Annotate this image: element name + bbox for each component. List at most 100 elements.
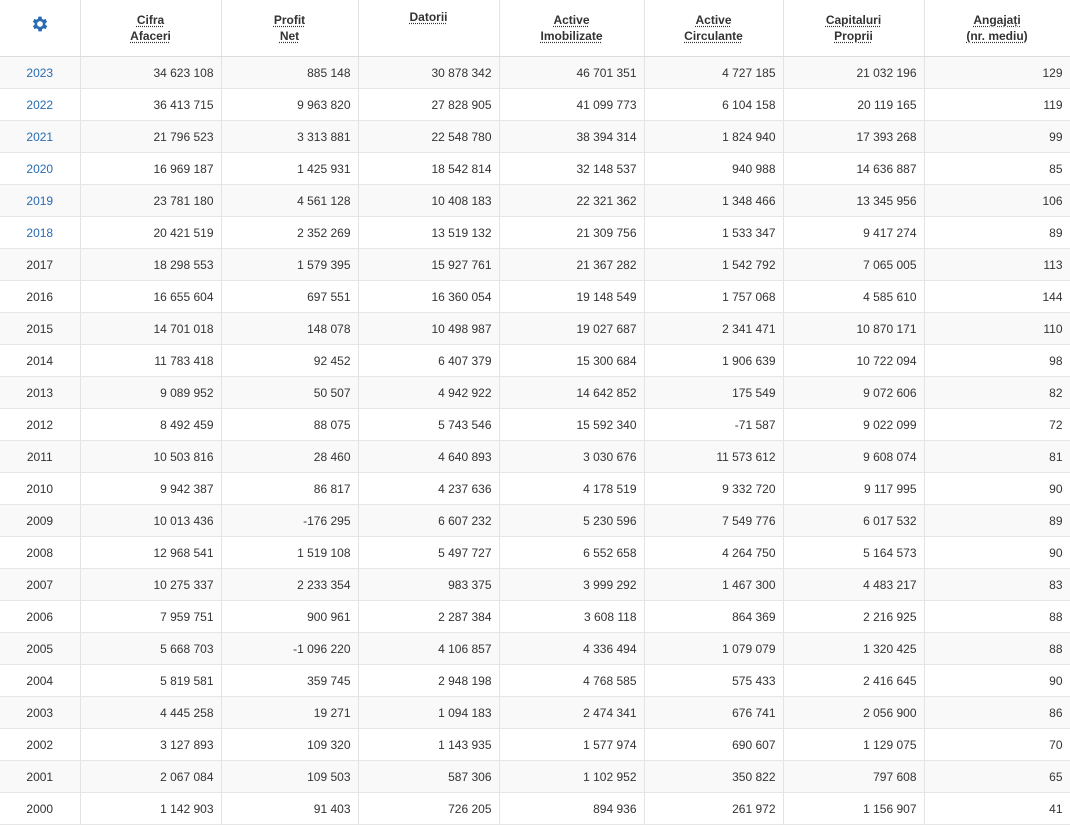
year-label: 2013 bbox=[26, 385, 54, 400]
year-cell: 2010 bbox=[0, 472, 81, 505]
header-active-circulante[interactable]: Active Circulante bbox=[644, 0, 784, 57]
cell-capitaluri-proprii: 9 608 074 bbox=[783, 440, 925, 473]
year-cell: 2018 bbox=[0, 216, 81, 249]
header-active-imobilizate[interactable]: Active Imobilizate bbox=[499, 0, 645, 57]
table-row: 2005 5 668 703 -1 096 220 4 106 857 4 336 49… bbox=[0, 632, 1070, 665]
cell-cifra-afaceri: 10 503 816 bbox=[80, 440, 222, 473]
cell-capitaluri-proprii: 4 483 217 bbox=[783, 568, 925, 601]
year-link[interactable]: 2018 bbox=[26, 226, 53, 240]
cell-capitaluri-proprii: 1 156 907 bbox=[783, 792, 925, 825]
cell-cifra-afaceri: 11 783 418 bbox=[80, 344, 222, 377]
cell-angajati: 85 bbox=[924, 152, 1070, 185]
year-cell: 2014 bbox=[0, 344, 81, 377]
header-angajati[interactable]: Angajați (nr. mediu) bbox=[924, 0, 1070, 57]
cell-cifra-afaceri: 18 298 553 bbox=[80, 248, 222, 281]
cell-cifra-afaceri: 36 413 715 bbox=[80, 88, 222, 121]
year-cell: 2004 bbox=[0, 664, 81, 697]
cell-active-circulante: 2 341 471 bbox=[644, 312, 784, 345]
year-label: 2007 bbox=[26, 577, 54, 592]
table-row: 2001 2 067 084 109 503 587 306 1 102 952 350 … bbox=[0, 760, 1070, 793]
cell-active-imobilizate: 4 768 585 bbox=[499, 664, 645, 697]
cell-active-imobilizate: 4 336 494 bbox=[499, 632, 645, 665]
cell-capitaluri-proprii: 20 119 165 bbox=[783, 88, 925, 121]
cell-profit-net: 148 078 bbox=[221, 312, 359, 345]
cell-profit-net: 50 507 bbox=[221, 376, 359, 409]
year-link[interactable]: 2023 bbox=[26, 66, 53, 80]
table-row: 2018 20 421 519 2 352 269 13 519 132 21 309 … bbox=[0, 216, 1070, 249]
cell-active-imobilizate: 14 642 852 bbox=[499, 376, 645, 409]
cell-cifra-afaceri: 5 668 703 bbox=[80, 632, 222, 665]
cell-active-imobilizate: 15 300 684 bbox=[499, 344, 645, 377]
cell-angajati: 106 bbox=[924, 184, 1070, 217]
table-row: 2023 34 623 108 885 148 30 878 342 46 701 35… bbox=[0, 56, 1070, 89]
cell-cifra-afaceri: 20 421 519 bbox=[80, 216, 222, 249]
year-cell: 2017 bbox=[0, 248, 81, 281]
year-cell: 2005 bbox=[0, 632, 81, 665]
year-cell: 2001 bbox=[0, 760, 81, 793]
header-datorii[interactable]: Datorii bbox=[358, 0, 500, 57]
year-cell: 2020 bbox=[0, 152, 81, 185]
year-link[interactable]: 2022 bbox=[26, 98, 53, 112]
header-cifra-afaceri[interactable]: Cifra Afaceri bbox=[80, 0, 222, 57]
cell-cifra-afaceri: 12 968 541 bbox=[80, 536, 222, 569]
cell-active-circulante: 1 533 347 bbox=[644, 216, 784, 249]
cell-cifra-afaceri: 7 959 751 bbox=[80, 600, 222, 633]
table-row: 2012 8 492 459 88 075 5 743 546 15 592 340 -7… bbox=[0, 408, 1070, 441]
table-row: 2010 9 942 387 86 817 4 237 636 4 178 519 9 3… bbox=[0, 472, 1070, 505]
cell-active-imobilizate: 19 027 687 bbox=[499, 312, 645, 345]
header-profit-net[interactable]: Profit Net bbox=[221, 0, 359, 57]
cell-active-imobilizate: 38 394 314 bbox=[499, 120, 645, 153]
cell-capitaluri-proprii: 9 022 099 bbox=[783, 408, 925, 441]
year-cell: 2003 bbox=[0, 696, 81, 729]
header-capitaluri-proprii[interactable]: Capitaluri Proprii bbox=[783, 0, 925, 57]
cell-active-imobilizate: 21 309 756 bbox=[499, 216, 645, 249]
year-label: 2005 bbox=[26, 641, 54, 656]
cell-datorii: 6 407 379 bbox=[358, 344, 500, 377]
year-label: 2012 bbox=[26, 417, 54, 432]
cell-active-circulante: 4 264 750 bbox=[644, 536, 784, 569]
cell-profit-net: 109 503 bbox=[221, 760, 359, 793]
cell-capitaluri-proprii: 797 608 bbox=[783, 760, 925, 793]
cell-active-circulante: 1 348 466 bbox=[644, 184, 784, 217]
cell-active-imobilizate: 3 999 292 bbox=[499, 568, 645, 601]
year-label: 2008 bbox=[26, 545, 54, 560]
cell-datorii: 18 542 814 bbox=[358, 152, 500, 185]
table-row: 2003 4 445 258 19 271 1 094 183 2 474 341 676… bbox=[0, 696, 1070, 729]
year-cell: 2022 bbox=[0, 88, 81, 121]
cell-cifra-afaceri: 34 623 108 bbox=[80, 56, 222, 89]
table-row: 2020 16 969 187 1 425 931 18 542 814 32 148 … bbox=[0, 152, 1070, 185]
table-row: 2007 10 275 337 2 233 354 983 375 3 999 292 1… bbox=[0, 568, 1070, 601]
cell-datorii: 4 106 857 bbox=[358, 632, 500, 665]
table-row: 2011 10 503 816 28 460 4 640 893 3 030 676 11… bbox=[0, 440, 1070, 473]
cell-active-imobilizate: 15 592 340 bbox=[499, 408, 645, 441]
year-link[interactable]: 2019 bbox=[26, 194, 53, 208]
year-link[interactable]: 2020 bbox=[26, 162, 53, 176]
year-link[interactable]: 2021 bbox=[26, 130, 53, 144]
cell-datorii: 587 306 bbox=[358, 760, 500, 793]
cell-capitaluri-proprii: 14 636 887 bbox=[783, 152, 925, 185]
year-cell: 2012 bbox=[0, 408, 81, 441]
cell-profit-net: 1 519 108 bbox=[221, 536, 359, 569]
year-label: 2003 bbox=[26, 705, 54, 720]
cell-datorii: 2 287 384 bbox=[358, 600, 500, 633]
cell-capitaluri-proprii: 1 320 425 bbox=[783, 632, 925, 665]
cell-datorii: 4 237 636 bbox=[358, 472, 500, 505]
cell-datorii: 30 878 342 bbox=[358, 56, 500, 89]
cell-active-circulante: 1 467 300 bbox=[644, 568, 784, 601]
cell-active-imobilizate: 3 030 676 bbox=[499, 440, 645, 473]
cell-active-circulante: 1 824 940 bbox=[644, 120, 784, 153]
cell-active-imobilizate: 32 148 537 bbox=[499, 152, 645, 185]
cell-active-imobilizate: 22 321 362 bbox=[499, 184, 645, 217]
cell-active-imobilizate: 1 577 974 bbox=[499, 728, 645, 761]
cell-capitaluri-proprii: 17 393 268 bbox=[783, 120, 925, 153]
gear-icon[interactable] bbox=[30, 14, 50, 34]
cell-capitaluri-proprii: 1 129 075 bbox=[783, 728, 925, 761]
table-row: 2014 11 783 418 92 452 6 407 379 15 300 684 1… bbox=[0, 344, 1070, 377]
year-cell: 2015 bbox=[0, 312, 81, 345]
cell-capitaluri-proprii: 4 585 610 bbox=[783, 280, 925, 313]
cell-angajati: 144 bbox=[924, 280, 1070, 313]
settings-header-cell bbox=[0, 0, 81, 57]
cell-active-circulante: 690 607 bbox=[644, 728, 784, 761]
cell-datorii: 15 927 761 bbox=[358, 248, 500, 281]
cell-active-circulante: 1 757 068 bbox=[644, 280, 784, 313]
